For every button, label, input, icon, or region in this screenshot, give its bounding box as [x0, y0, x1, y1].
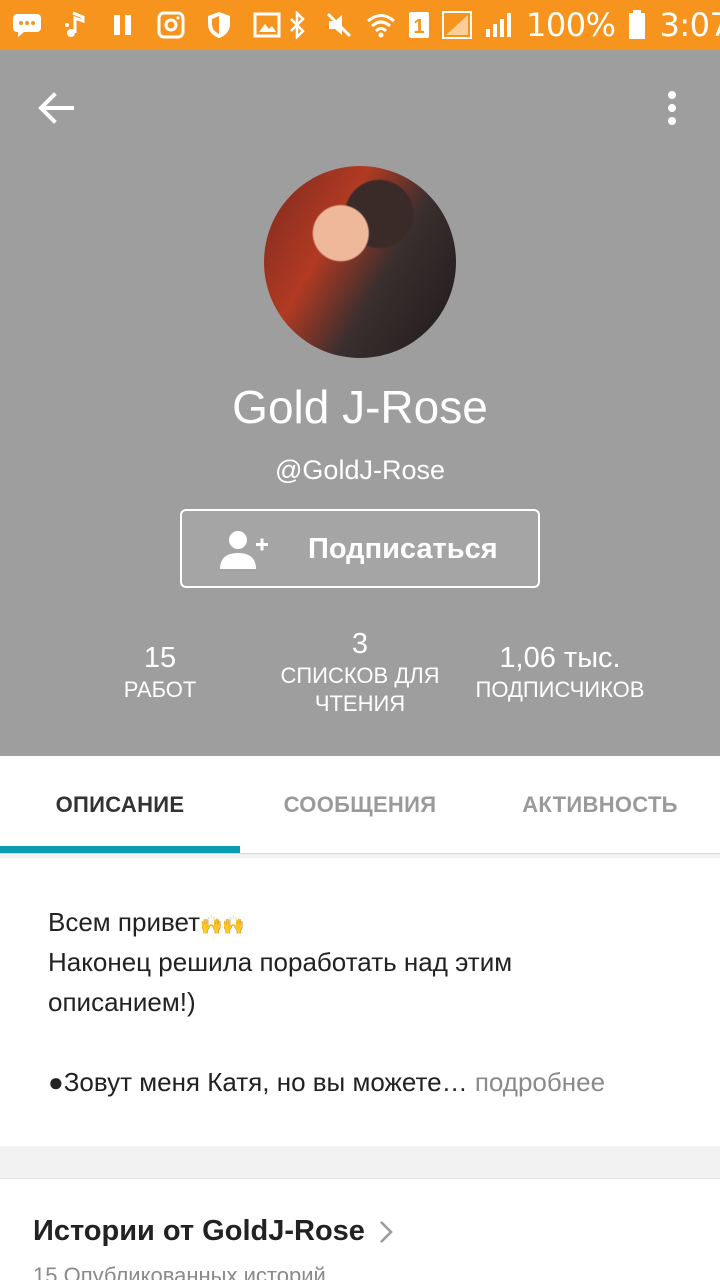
stat-followers-label: ПОДПИСЧИКОВ	[475, 677, 645, 702]
mute-icon	[324, 10, 354, 40]
active-tab-indicator	[0, 846, 240, 853]
username: @GoldJ-Rose	[275, 455, 445, 485]
profile-tabs: ОПИСАНИЕ СООБЩЕНИЯ АКТИВНОСТЬ	[0, 756, 720, 854]
display-name: Gold J-Rose	[232, 381, 488, 433]
stories-count: 15 Опубликованных историй	[33, 1263, 326, 1280]
more-options-button[interactable]	[650, 86, 694, 130]
stat-reading-lists[interactable]: 3 СПИСКОВ ДЛЯ ЧТЕНИЯ	[260, 626, 460, 718]
read-more-link[interactable]: подробнее	[475, 1067, 605, 1097]
wifi-icon	[366, 10, 396, 40]
avatar[interactable]	[264, 166, 456, 358]
stat-followers-value: 1,06 тыс.	[499, 642, 621, 674]
more-vertical-icon	[668, 91, 676, 125]
battery-percent: 100%	[526, 6, 616, 44]
pause-icon	[108, 10, 138, 40]
stat-works[interactable]: 15 РАБОТ	[100, 640, 220, 704]
description-line-3: описанием!)	[48, 987, 196, 1017]
shield-icon	[204, 10, 234, 40]
tab-activity[interactable]: АКТИВНОСТЬ	[480, 756, 720, 854]
description-greeting: Всем привет	[48, 907, 200, 937]
profile-header: Gold J-Rose @GoldJ-Rose Подписаться 15 Р…	[0, 50, 720, 756]
signal-icon	[484, 10, 514, 40]
messages-icon	[12, 10, 42, 40]
stat-reading-lists-label-line2: ЧТЕНИЯ	[314, 691, 406, 716]
description-line-2: Наконец решила поработать над этим	[48, 947, 513, 977]
music-icon	[60, 10, 90, 40]
description-card: Всем привет🙌🙌 Наконец решила поработать …	[0, 858, 720, 1146]
stat-followers[interactable]: 1,06 тыс. ПОДПИСЧИКОВ	[460, 640, 660, 704]
battery-icon	[627, 10, 647, 40]
follow-button[interactable]: Подписаться	[180, 509, 540, 588]
tab-messages[interactable]: СООБЩЕНИЯ	[240, 756, 480, 854]
arrow-back-icon	[38, 92, 74, 124]
stat-reading-lists-label-line1: СПИСКОВ ДЛЯ	[280, 663, 440, 688]
back-button[interactable]	[34, 86, 78, 130]
description-line-1: Всем привет🙌🙌	[48, 902, 245, 945]
stories-title-link[interactable]: Истории от GoldJ-Rose	[33, 1215, 393, 1248]
gallery-icon	[252, 10, 282, 40]
add-user-icon	[220, 531, 268, 569]
signal-icon	[442, 10, 472, 40]
sim-1-icon: 1	[408, 10, 430, 40]
svg-text:1: 1	[413, 16, 424, 38]
description-truncated-text: ●Зовут меня Катя, но вы можете…	[48, 1067, 468, 1097]
clock: 3:07	[659, 6, 720, 44]
stories-title: Истории от GoldJ-Rose	[33, 1215, 365, 1247]
instagram-icon	[156, 10, 186, 40]
stories-section: Истории от GoldJ-Rose 15 Опубликованных …	[0, 1178, 720, 1280]
raised-hands-emoji: 🙌🙌	[200, 915, 245, 935]
stat-works-label: РАБОТ	[123, 677, 197, 702]
stat-reading-lists-value: 3	[351, 628, 369, 660]
chevron-right-icon	[380, 1220, 393, 1243]
bluetooth-icon	[282, 10, 312, 40]
status-bar: 1 100% 3:07	[0, 0, 720, 50]
description-line-4: ●Зовут меня Катя, но вы можете… подробне…	[48, 1062, 605, 1102]
stat-works-value: 15	[143, 642, 177, 674]
tab-description[interactable]: ОПИСАНИЕ	[0, 756, 240, 854]
follow-label: Подписаться	[308, 533, 498, 565]
